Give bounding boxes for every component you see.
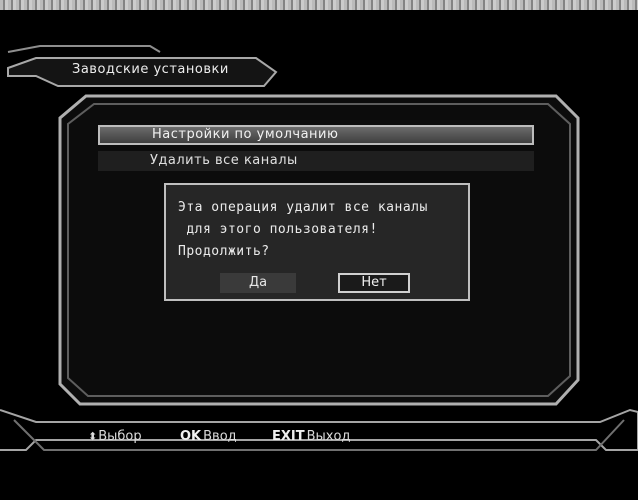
exit-key-label: EXIT: [272, 429, 305, 444]
page-title: Заводские установки: [72, 62, 229, 77]
osd-screen: Заводские установки Настройки по умолчан…: [0, 0, 638, 500]
hint-ok-label: Ввод: [203, 429, 237, 444]
menu-item-delete-all-channels[interactable]: Удалить все каналы: [98, 151, 534, 171]
hint-exit-label: Выход: [306, 429, 351, 444]
updown-arrows-icon: ⬍: [88, 430, 98, 443]
footer-hints: ⬍Выбор OK Ввод EXIT Выход: [0, 428, 638, 450]
menu-item-default-settings[interactable]: Настройки по умолчанию: [98, 125, 534, 145]
dialog-message: Эта операция удалит все каналы для этого…: [178, 200, 428, 259]
menu-item-label: Удалить все каналы: [150, 153, 298, 168]
ok-key-label: OK: [180, 429, 202, 444]
confirm-dialog: Эта операция удалит все каналы для этого…: [164, 183, 470, 301]
hint-select: ⬍Выбор: [88, 429, 142, 444]
menu-item-label: Настройки по умолчанию: [152, 127, 339, 142]
hint-select-label: Выбор: [98, 429, 142, 444]
no-button[interactable]: Нет: [338, 273, 410, 293]
yes-button[interactable]: Да: [220, 273, 296, 293]
hint-exit: EXIT Выход: [272, 429, 350, 444]
hint-ok: OK Ввод: [180, 429, 237, 444]
